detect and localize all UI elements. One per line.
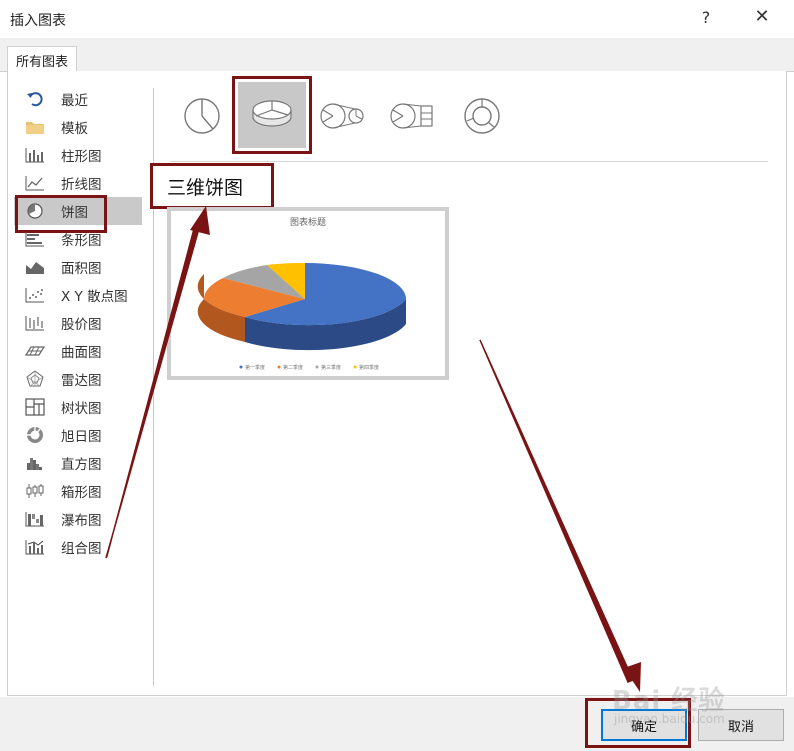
radar-chart-icon <box>24 370 46 388</box>
stock-chart-icon <box>24 314 46 332</box>
sidebar-item-label: 折线图 <box>61 177 102 193</box>
sidebar-item-combo[interactable]: 组合图 <box>14 533 142 561</box>
sunburst-icon <box>24 426 46 444</box>
treemap-icon <box>24 398 46 416</box>
help-button[interactable]: ? <box>698 8 714 27</box>
preview-pie <box>197 262 406 351</box>
sidebar-item-waterfall[interactable]: 瀑布图 <box>14 505 142 533</box>
dialog-title: 插入图表 <box>10 13 66 29</box>
sidebar-item-label: 树状图 <box>61 401 102 417</box>
folder-icon <box>24 118 46 136</box>
sidebar-item-sunburst[interactable]: 旭日图 <box>14 421 142 449</box>
column-chart-icon <box>24 146 46 164</box>
histogram-icon <box>24 454 46 472</box>
combo-chart-icon <box>24 538 46 556</box>
sidebar-item-label: 组合图 <box>61 541 102 557</box>
sidebar-item-label: 瀑布图 <box>61 513 102 529</box>
legend-swatch-q2 <box>277 365 281 369</box>
preview-title: 图表标题 <box>290 216 326 228</box>
sidebar-item-area[interactable]: 面积图 <box>14 253 142 281</box>
sidebar-item-label: 雷达图 <box>61 373 102 389</box>
sidebar-item-stock[interactable]: 股价图 <box>14 309 142 337</box>
bar-chart-icon <box>24 230 46 248</box>
cancel-button[interactable]: 取消 <box>698 709 784 741</box>
sidebar-item-pie[interactable]: 饼图 <box>14 195 142 233</box>
sidebar-item-label: 直方图 <box>61 457 102 473</box>
sidebar-item-templates[interactable]: 模板 <box>14 113 142 141</box>
area-chart-icon <box>24 258 46 276</box>
pie-chart-icon <box>24 202 46 220</box>
sidebar-item-label: 曲面图 <box>61 345 102 361</box>
surface-chart-icon <box>24 342 46 360</box>
sidebar-item-surface[interactable]: 曲面图 <box>14 337 142 365</box>
legend-q4: 第四季度 <box>359 364 379 371</box>
doughnut-icon <box>463 97 501 139</box>
ok-button[interactable]: 确定 <box>601 709 687 741</box>
sidebar-item-histogram[interactable]: 直方图 <box>14 449 142 477</box>
subtype-divider <box>170 161 768 162</box>
sidebar-item-label: 条形图 <box>61 233 102 249</box>
sidebar-item-boxwhisker[interactable]: 箱形图 <box>14 477 142 505</box>
sidebar-item-label: 模板 <box>61 121 88 137</box>
pie-3d-icon <box>250 96 294 134</box>
box-whisker-icon <box>24 482 46 500</box>
sidebar-item-label: 旭日图 <box>61 429 102 445</box>
chart-preview[interactable]: 图表标题 第一季度 第二季度 第三季度 第四季度 <box>167 207 449 380</box>
sidebar-item-label: 股价图 <box>61 317 102 333</box>
undo-icon <box>24 90 46 108</box>
sidebar-item-scatter[interactable]: X Y 散点图 <box>14 281 142 309</box>
sidebar-item-column[interactable]: 柱形图 <box>14 141 142 169</box>
tab-all-charts[interactable]: 所有图表 <box>7 46 78 72</box>
sidebar-item-label: 面积图 <box>61 261 102 277</box>
sidebar-item-bar[interactable]: 条形图 <box>14 225 142 253</box>
sidebar-item-radar[interactable]: 雷达图 <box>14 365 142 393</box>
bar-of-pie-icon <box>389 101 435 135</box>
sidebar-item-label: 箱形图 <box>61 485 102 501</box>
subtype-title-text: 三维饼图 <box>167 176 244 199</box>
scatter-chart-icon <box>24 286 46 304</box>
pie-icon <box>183 97 221 139</box>
legend-q2: 第二季度 <box>283 364 303 371</box>
subtype-pie-of-pie[interactable] <box>318 100 366 136</box>
pie-of-pie-icon <box>319 101 365 135</box>
subtype-title: 三维饼图 <box>150 163 274 209</box>
legend-q3: 第三季度 <box>321 364 341 371</box>
legend-swatch-q3 <box>315 365 319 369</box>
preview-legend: 第一季度 第二季度 第三季度 第四季度 <box>239 364 379 371</box>
sidebar-item-treemap[interactable]: 树状图 <box>14 393 142 421</box>
chart-type-list: 最近 模板 柱形图 折线图 饼图 条形图 面积图 X Y 散点图 股价图 曲面图… <box>14 85 142 561</box>
subtype-pie[interactable] <box>178 92 226 144</box>
legend-swatch-q1 <box>239 365 243 369</box>
subtype-bar-of-pie[interactable] <box>388 100 436 136</box>
sidebar-item-line[interactable]: 折线图 <box>14 169 142 197</box>
waterfall-icon <box>24 510 46 528</box>
sidebar-item-label: 柱形图 <box>61 149 102 165</box>
subtype-doughnut[interactable] <box>458 96 506 140</box>
sidebar-item-label: 最近 <box>61 93 88 109</box>
title-bar: 插入图表 ? ✕ <box>0 0 794 38</box>
legend-swatch-q4 <box>353 365 357 369</box>
preview-chart: 图表标题 第一季度 第二季度 第三季度 第四季度 <box>197 216 406 371</box>
sidebar-item-label: X Y 散点图 <box>61 289 128 305</box>
sidebar-item-recent[interactable]: 最近 <box>14 85 142 113</box>
sidebar-item-label: 饼图 <box>61 205 88 221</box>
subtype-pie-3d[interactable] <box>232 76 312 154</box>
line-chart-icon <box>24 174 46 192</box>
tab-strip: 所有图表 <box>0 38 794 72</box>
legend-q1: 第一季度 <box>245 364 265 371</box>
close-button[interactable]: ✕ <box>752 6 772 27</box>
